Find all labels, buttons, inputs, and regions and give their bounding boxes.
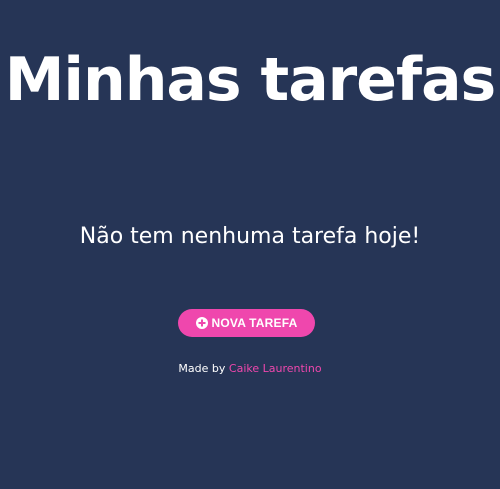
- empty-tasks-message: Não tem nenhuma tarefa hoje!: [79, 224, 421, 249]
- author-link[interactable]: Caike Laurentino: [229, 362, 322, 375]
- page-title: Minhas tarefas: [4, 45, 497, 115]
- app-container: Minhas tarefas Não tem nenhuma tarefa ho…: [0, 0, 500, 489]
- made-by-label: Made by: [178, 362, 226, 375]
- plus-circle-icon: [195, 317, 208, 329]
- new-task-button[interactable]: NOVA TAREFA: [178, 309, 315, 337]
- footer: Made by Caike Laurentino: [0, 361, 500, 377]
- new-task-button-label: NOVA TAREFA: [211, 316, 298, 330]
